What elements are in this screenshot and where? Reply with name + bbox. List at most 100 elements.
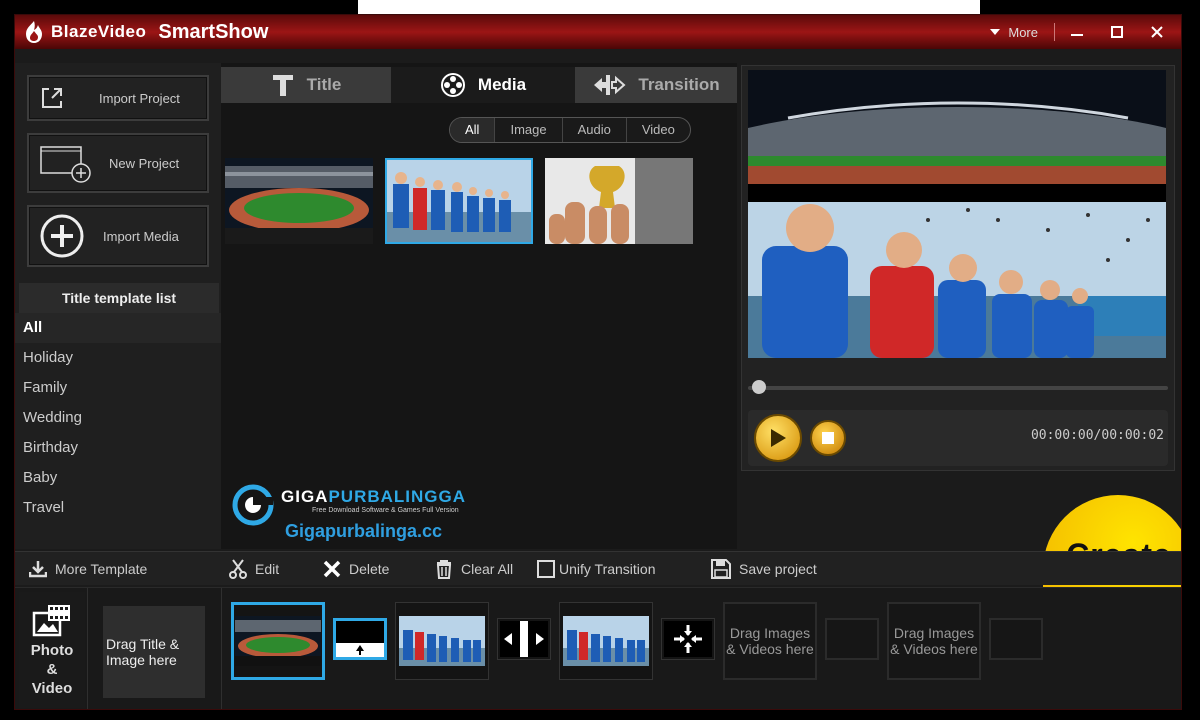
preview-screen [748,70,1166,358]
import-project-button[interactable]: Import Project [27,75,209,121]
watermark-url: Gigapurbalinga.cc [285,521,443,541]
timeline-transition-2[interactable] [497,618,551,660]
transition-arrows-icon [594,75,626,95]
more-label: More [1008,24,1038,40]
tab-media[interactable]: Media [391,67,575,103]
tab-media-label: Media [477,75,527,94]
template-item-holiday[interactable]: Holiday [15,343,221,373]
play-button[interactable] [754,414,802,462]
photo-video-label-amp: & [46,660,58,678]
watermark-tagline: Free Download Software & Games Full Vers… [312,507,459,514]
product-name: SmartShow [158,20,269,43]
transition-slot-empty-2[interactable] [989,618,1043,660]
media-filter: All Image Audio Video [449,117,691,143]
import-media-button[interactable]: Import Media [27,205,209,267]
maximize-button[interactable] [1099,17,1135,47]
template-item-birthday[interactable]: Birthday [15,433,221,463]
track-divider [87,588,88,709]
title-template-header: Title template list [19,283,219,313]
tab-title[interactable]: Title [221,67,391,103]
edit-button[interactable]: Edit [229,552,279,586]
unify-transition-checkbox[interactable]: Unify Transition [537,552,655,586]
template-item-wedding[interactable]: Wedding [15,403,221,433]
save-project-button[interactable]: Save project [711,552,817,586]
media-drop-zone-1[interactable]: Drag Images & Videos here [723,602,817,680]
app-logo: BlazeVideo SmartShow [21,19,268,45]
seek-handle[interactable] [752,380,766,394]
timeline-clip-team[interactable] [395,602,489,680]
storyboard-toolbar: More Template Edit Delete Clear All Unif… [15,551,1181,586]
media-thumb-trophy[interactable] [545,158,693,244]
filter-audio[interactable]: Audio [561,118,626,142]
new-project-icon [39,143,95,183]
save-disk-icon [711,559,731,579]
minimize-button[interactable] [1059,17,1095,47]
download-icon [29,561,47,578]
filter-all[interactable]: All [450,118,495,142]
track-divider [221,588,222,709]
media-thumb-stadium[interactable] [225,158,373,244]
timeline-transition-3[interactable] [661,618,715,660]
delete-button[interactable]: Delete [323,552,389,586]
clear-all-label: Clear All [461,561,514,577]
photo-video-track-label: Photo & Video [19,592,85,708]
unify-transition-label: Unify Transition [559,561,656,577]
export-icon [39,85,65,111]
media-drop-zone-2[interactable]: Drag Images & Videos here [887,602,981,680]
new-project-button[interactable]: New Project [27,133,209,193]
playback-controls: 00:00:00/00:00:02 [748,410,1168,466]
trash-icon [436,560,452,579]
tab-bar: Title Media Transition [221,67,737,103]
timeline-clip-team-2[interactable] [559,602,653,680]
seek-bar[interactable] [748,386,1168,390]
clear-all-button[interactable]: Clear All [435,552,513,586]
app-window: BlazeVideo SmartShow More Import Project… [14,14,1182,710]
media-thumb-team[interactable] [385,158,533,244]
template-item-travel[interactable]: Travel [15,493,221,523]
photo-video-label-photo: Photo [30,641,74,659]
checkbox-unchecked-icon [537,560,555,578]
time-display: 00:00:00/00:00:02 [1030,428,1164,443]
transition-converge-icon [664,621,712,657]
watermark-logo-icon [232,484,274,526]
preview-panel: 00:00:00/00:00:02 [741,65,1175,471]
title-t-icon [272,75,293,96]
add-circle-icon [39,213,85,259]
divider [1054,23,1055,41]
stop-button[interactable] [810,420,846,456]
more-menu[interactable]: More [978,25,1050,40]
import-project-label: Import Project [99,90,180,106]
minimize-icon [1071,34,1083,36]
more-template-button[interactable]: More Template [29,552,147,586]
film-reel-icon [440,73,465,97]
left-panel: Import Project New Project Import Media … [15,63,221,549]
timeline-transition-1[interactable] [333,618,387,660]
template-item-family[interactable]: Family [15,373,221,403]
close-icon [1151,26,1163,38]
import-media-label: Import Media [103,228,179,244]
media-panel: Title Media Transition All Image Audio V… [221,63,737,549]
top-white-strip [358,0,980,14]
template-item-baby[interactable]: Baby [15,463,221,493]
stop-icon [822,432,834,444]
transition-split-icon [500,621,548,657]
close-button[interactable] [1139,17,1175,47]
more-template-label: More Template [55,561,148,577]
delete-x-icon [323,560,341,578]
transition-up-icon [336,621,384,657]
transition-slot-empty-1[interactable] [825,618,879,660]
filter-image[interactable]: Image [494,118,561,142]
play-icon [771,429,786,447]
new-project-label: New Project [109,155,180,171]
watermark-brand: GIGAPURBALINGGA [281,487,467,506]
brand-name: BlazeVideo [51,22,147,41]
photo-video-icon [32,604,70,636]
tab-title-label: Title [306,75,342,94]
filter-video[interactable]: Video [625,118,690,142]
template-item-all[interactable]: All [15,313,221,343]
timeline-clip-stadium[interactable] [231,602,325,680]
title-drop-zone[interactable]: Drag Title & Image here [103,606,205,698]
tab-transition-label: Transition [638,75,720,94]
title-bar[interactable]: BlazeVideo SmartShow More [15,15,1181,49]
tab-transition[interactable]: Transition [575,67,737,103]
